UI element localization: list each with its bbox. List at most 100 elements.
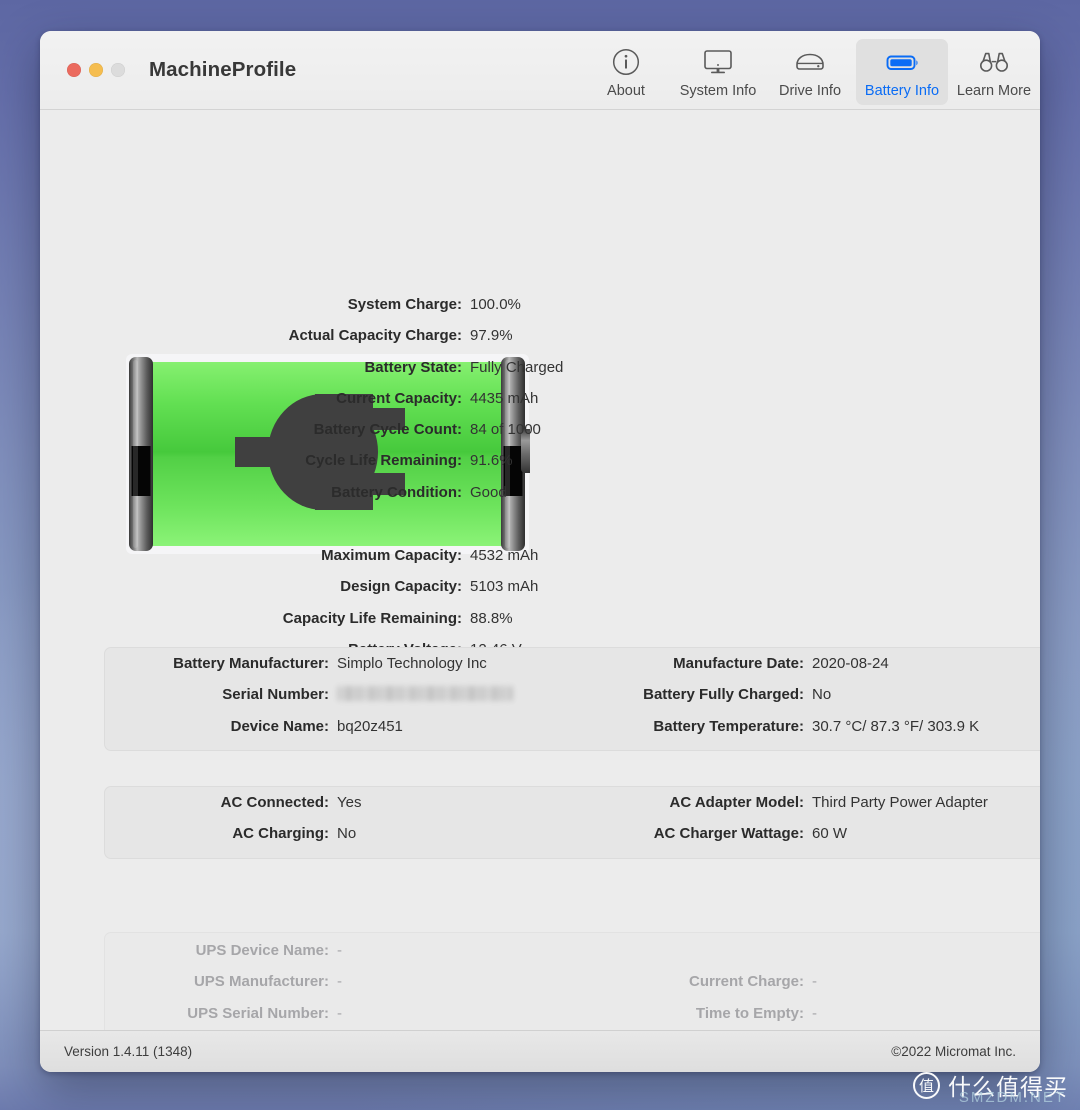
panel-row: AC Charging: No AC Charger Wattage: 60 W — [105, 825, 1040, 856]
info-row: Battery State: Fully Charged — [40, 359, 1040, 390]
ac-power-panel: AC Connected: Yes AC Adapter Model: Thir… — [104, 786, 1040, 859]
field-label: AC Connected: — [220, 794, 329, 811]
field-label: Cycle Life Remaining: — [305, 452, 462, 470]
info-row: Battery Condition: Good — [40, 484, 1040, 515]
version-label: Version 1.4.11 (1348) — [64, 1044, 193, 1059]
tab-about[interactable]: About — [580, 39, 672, 105]
ups-panel: UPS Device Name: - UPS Manufacturer: - C… — [104, 932, 1040, 1030]
field-label: Current Capacity: — [336, 389, 462, 407]
copyright-label: ©2022 Micromat Inc. — [891, 1044, 1016, 1059]
field-value: 100.0% — [470, 296, 521, 313]
tab-system-info-label: System Info — [679, 83, 757, 99]
field-label: Current Charge: — [688, 973, 804, 991]
info-row: Design Capacity: 5103 mAh — [40, 578, 1040, 609]
info-row: Actual Capacity Charge: 97.9% — [40, 327, 1040, 358]
panel-field: AC Charging: No — [105, 825, 580, 842]
field-label: Battery State: — [364, 358, 462, 376]
tab-learn-more[interactable]: Learn More — [948, 39, 1040, 105]
info-row: Capacity Life Remaining: 88.8% — [40, 610, 1040, 641]
panel-field: Manufacture Date: 2020-08-24 — [580, 655, 1040, 672]
field-label: Capacity Life Remaining: — [282, 609, 462, 627]
tab-about-label: About — [607, 83, 645, 99]
toolbar: About System Info Drive Info Battery Inf… — [580, 39, 1040, 105]
field-label: Time to Empty: — [695, 1004, 804, 1022]
battery-info-content: System Charge: 100.0% Actual Capacity Ch… — [40, 110, 1040, 1030]
tab-battery-info[interactable]: Battery Info — [856, 39, 948, 105]
field-value: Simplo Technology Inc — [337, 655, 487, 672]
panel-field: Serial Number: — [105, 686, 580, 703]
field-value: 2020-08-24 — [812, 655, 889, 672]
field-label: UPS Serial Number: — [187, 1004, 329, 1022]
field-label: Serial Number: — [222, 686, 329, 704]
field-value: 30.7 °C/ 87.3 °F/ 303.9 K — [812, 717, 980, 735]
info-circle-icon — [611, 47, 641, 77]
panel-row: UPS Manufacturer: - Current Charge: - — [105, 973, 1040, 1004]
field-value: 60 W — [812, 825, 848, 843]
close-button[interactable] — [67, 63, 81, 77]
display-icon — [701, 47, 735, 77]
field-value: 88.8% — [470, 609, 513, 627]
field-value: Fully Charged — [470, 358, 564, 376]
field-value: 4435 mAh — [470, 389, 539, 407]
field-label: Battery Manufacturer: — [173, 655, 329, 672]
panel-row: AC Connected: Yes AC Adapter Model: Thir… — [105, 794, 1040, 825]
zoom-button[interactable] — [111, 63, 125, 77]
field-value: - — [337, 1004, 342, 1022]
field-value: - — [337, 973, 342, 991]
panel-field: Current Charge: - — [580, 973, 1040, 990]
field-label: Battery Temperature: — [653, 717, 804, 735]
field-value: - — [812, 1004, 817, 1022]
redacted-serial-number — [337, 686, 513, 702]
info-row: Battery Cycle Count: 84 of 1000 — [40, 421, 1040, 452]
window-footer: Version 1.4.11 (1348) ©2022 Micromat Inc… — [40, 1030, 1040, 1072]
field-label: Battery Condition: — [331, 483, 462, 501]
tab-drive-info[interactable]: Drive Info — [764, 39, 856, 105]
panel-field: Battery Temperature: 30.7 °C/ 87.3 °F/ 3… — [580, 718, 1040, 735]
field-value: No — [337, 825, 357, 843]
field-label: Device Name: — [230, 717, 329, 735]
manufacturer-panel: Battery Manufacturer: Simplo Technology … — [104, 647, 1040, 751]
field-value: 84 of 1000 — [470, 421, 541, 439]
minimize-button[interactable] — [89, 63, 103, 77]
field-value: Yes — [337, 794, 362, 811]
field-value-redacted — [337, 686, 513, 703]
binoculars-icon — [976, 47, 1012, 77]
tab-battery-info-label: Battery Info — [864, 83, 940, 99]
field-label: Battery Cycle Count: — [313, 421, 462, 439]
info-row: System Charge: 100.0% — [40, 296, 1040, 327]
panel-row: Battery Manufacturer: Simplo Technology … — [105, 655, 1040, 686]
field-label: UPS Manufacturer: — [193, 973, 329, 991]
app-window: MachineProfile About System Info Drive I… — [40, 31, 1040, 1072]
field-label: AC Adapter Model: — [669, 794, 804, 811]
field-value: 91.6% — [470, 452, 513, 470]
hard-drive-icon — [793, 47, 827, 77]
field-value: bq20z451 — [337, 717, 403, 735]
panel-field: Device Name: bq20z451 — [105, 718, 580, 735]
panel-field: Battery Fully Charged: No — [580, 686, 1040, 703]
panel-row: UPS Device Name: - — [105, 942, 1040, 973]
info-row: Cycle Life Remaining: 91.6% — [40, 452, 1040, 483]
window-title: MachineProfile — [149, 58, 297, 81]
info-row: Maximum Capacity: 4532 mAh — [40, 547, 1040, 578]
field-label: Actual Capacity Charge: — [288, 327, 462, 345]
tab-drive-info-label: Drive Info — [778, 83, 842, 99]
battery-icon — [884, 47, 920, 77]
info-row: Current Capacity: 4435 mAh — [40, 390, 1040, 421]
window-titlebar: MachineProfile About System Info Drive I… — [40, 31, 1040, 110]
panel-row: Serial Number: Battery Fully Charged: No — [105, 686, 1040, 717]
field-label: System Charge: — [347, 296, 462, 313]
field-label: Maximum Capacity: — [321, 547, 462, 564]
field-value: 5103 mAh — [470, 578, 539, 596]
watermark-badge-icon: 值 — [913, 1071, 940, 1099]
field-label: Manufacture Date: — [673, 655, 804, 672]
tab-system-info[interactable]: System Info — [672, 39, 764, 105]
field-value: - — [337, 942, 342, 959]
panel-field: AC Connected: Yes — [105, 794, 580, 811]
panel-field: UPS Serial Number: - — [105, 1005, 580, 1022]
battery-summary-group-1: System Charge: 100.0% Actual Capacity Ch… — [40, 296, 1040, 515]
field-label: AC Charging: — [232, 825, 329, 843]
watermark-subtext: SMZDM.NET — [958, 1089, 1066, 1106]
panel-field: Time to Empty: - — [580, 1005, 1040, 1022]
field-value: 4532 mAh — [470, 547, 539, 564]
tab-learn-more-label: Learn More — [956, 83, 1032, 99]
